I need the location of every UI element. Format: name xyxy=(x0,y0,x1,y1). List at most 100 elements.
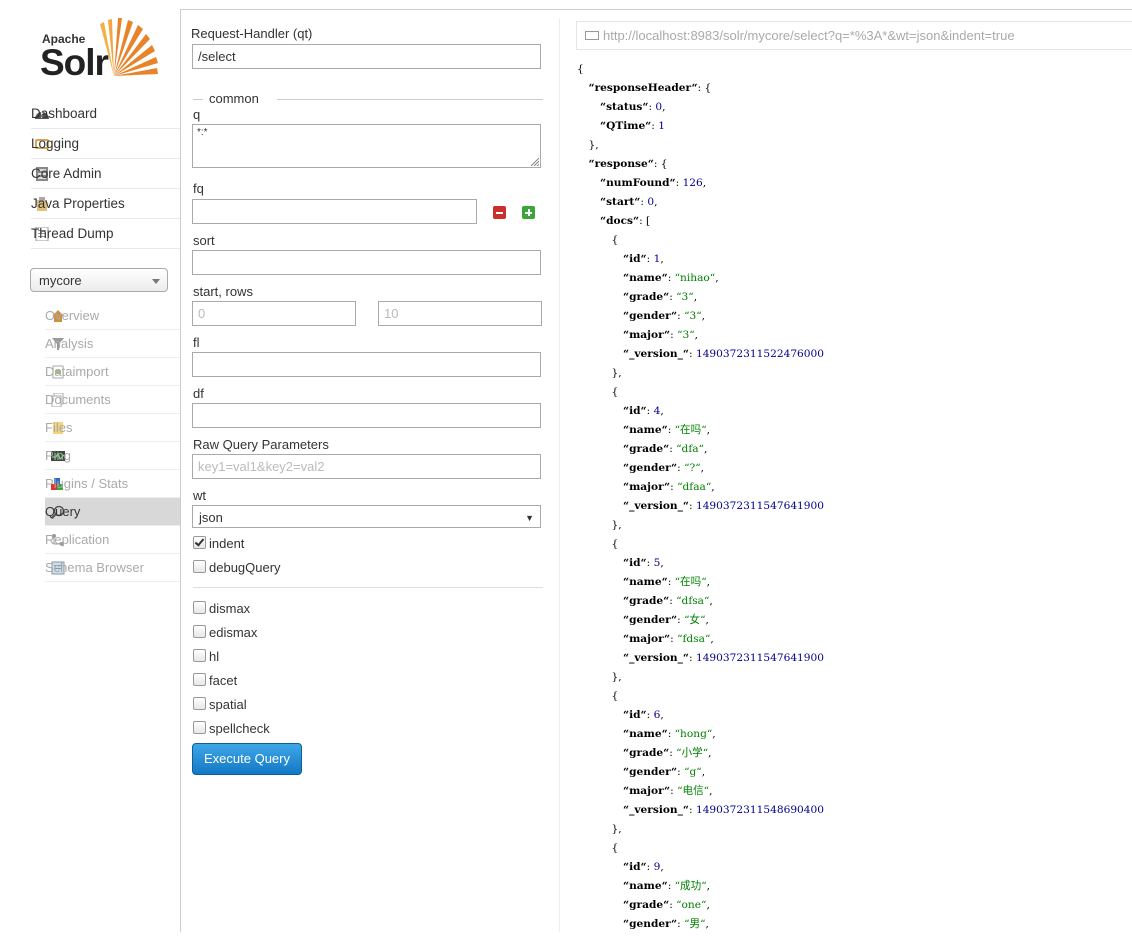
nav-label: Dashboard xyxy=(31,106,98,121)
core-nav-item-plugins-stats[interactable]: Plugins / Stats xyxy=(45,470,180,498)
json-line: “id“: 1, xyxy=(623,252,664,271)
json-key: “QTime“ xyxy=(600,120,652,132)
qt-input[interactable]: /select xyxy=(192,44,541,69)
core-nav-item-files[interactable]: Files xyxy=(45,414,180,442)
q-label: q xyxy=(193,107,201,122)
json-number: 1490372311547641900 xyxy=(695,500,825,512)
json-key: “_version_“ xyxy=(623,652,690,664)
fq-input[interactable] xyxy=(192,199,477,224)
json-line: “gender“: “g“, xyxy=(623,765,705,784)
json-line: “docs“: [ xyxy=(600,214,650,233)
nav-item-dashboard[interactable]: Dashboard xyxy=(31,99,180,129)
core-nav-item-ping[interactable]: Ping xyxy=(45,442,180,470)
json-line: { xyxy=(612,537,619,556)
json-string: “小学“ xyxy=(676,747,709,759)
core-nav-label: Plugins / Stats xyxy=(45,476,129,491)
common-legend-text: common xyxy=(209,91,259,106)
spellcheck-checkbox[interactable] xyxy=(193,721,206,734)
facet-checkbox[interactable] xyxy=(193,673,206,686)
json-punct: : xyxy=(689,348,696,360)
json-line: “gender“: “男“, xyxy=(623,917,709,936)
json-punct: : xyxy=(646,253,654,265)
json-string: “男“ xyxy=(684,918,706,930)
json-key: “gender“ xyxy=(623,462,678,474)
nav-label: Java Properties xyxy=(31,196,125,211)
json-string: “3“ xyxy=(677,329,695,341)
solr-logo[interactable]: Apache Solr xyxy=(40,16,170,86)
dropdown-arrow-icon: ▼ xyxy=(525,513,534,523)
raw-params-label: Raw Query Parameters xyxy=(193,437,329,452)
json-line: }, xyxy=(612,518,622,537)
add-fq-button[interactable] xyxy=(522,206,535,219)
json-string: “3“ xyxy=(684,310,702,322)
q-textarea[interactable]: *:* xyxy=(192,124,541,168)
sort-input[interactable] xyxy=(192,250,541,275)
json-line: “QTime“: 1 xyxy=(600,119,665,138)
json-punct: : xyxy=(646,405,654,417)
json-key: “gender“ xyxy=(623,310,678,322)
fq-label: fq xyxy=(193,181,204,196)
json-line: “_version_“: 1490372311547641900 xyxy=(623,499,824,518)
debugquery-checkbox[interactable] xyxy=(193,560,206,573)
remove-fq-button[interactable] xyxy=(493,206,506,219)
json-punct: , xyxy=(710,633,714,645)
rows-input[interactable]: 10 xyxy=(378,301,542,326)
spatial-checkbox[interactable] xyxy=(193,697,206,710)
json-key: “major“ xyxy=(623,329,671,341)
edismax-checkbox[interactable] xyxy=(193,625,206,638)
core-nav-item-query[interactable]: Query xyxy=(45,498,180,526)
json-key: “grade“ xyxy=(623,747,670,759)
json-line: “gender“: “女“, xyxy=(623,613,709,632)
json-line: “grade“: “3“, xyxy=(623,290,697,309)
core-selector[interactable]: mycore xyxy=(30,268,168,292)
nav-item-logging[interactable]: Logging xyxy=(31,129,180,159)
core-nav-item-replication[interactable]: Replication xyxy=(45,526,180,554)
execute-query-button[interactable]: Execute Query xyxy=(192,743,302,775)
df-label: df xyxy=(193,386,204,401)
json-punct: : xyxy=(667,728,675,740)
json-punct: , xyxy=(660,253,664,265)
json-key: “grade“ xyxy=(623,595,670,607)
indent-checkbox[interactable] xyxy=(193,536,206,549)
hl-checkbox[interactable] xyxy=(193,649,206,662)
fl-input[interactable] xyxy=(192,352,541,377)
json-punct: : xyxy=(667,576,675,588)
debugquery-label: debugQuery xyxy=(209,560,281,575)
wt-select[interactable]: json ▼ xyxy=(192,505,541,528)
json-string: “dfaa“ xyxy=(677,481,712,493)
core-nav-item-documents[interactable]: Documents xyxy=(45,386,180,414)
json-punct: , xyxy=(705,918,709,930)
json-key: “name“ xyxy=(623,728,668,740)
core-nav-label: Replication xyxy=(45,532,110,547)
json-punct: , xyxy=(703,443,708,455)
json-punct: }, xyxy=(611,823,622,835)
json-key: “id“ xyxy=(623,709,647,721)
json-line: “major“: “3“, xyxy=(623,328,698,347)
request-url-link[interactable]: http://localhost:8983/solr/mycore/select… xyxy=(576,21,1132,50)
json-punct: , xyxy=(701,310,706,322)
core-nav-item-overview[interactable]: Overview xyxy=(45,302,180,330)
nav-item-java-properties[interactable]: Java Properties xyxy=(31,189,180,219)
df-input[interactable] xyxy=(192,403,541,428)
start-input[interactable]: 0 xyxy=(192,301,356,326)
json-string: “dfsa“ xyxy=(676,595,710,607)
core-nav-item-schema-browser[interactable]: Schema Browser xyxy=(45,554,180,582)
json-key: “major“ xyxy=(623,633,671,645)
dismax-checkbox[interactable] xyxy=(193,601,206,614)
json-punct: , xyxy=(660,709,664,721)
json-string: “hong“ xyxy=(674,728,713,740)
json-punct: , xyxy=(700,462,704,474)
nav-item-core-admin[interactable]: Core Admin xyxy=(31,159,180,189)
core-nav-item-dataimport[interactable]: Dataimport xyxy=(45,358,180,386)
json-punct: , xyxy=(706,576,711,588)
main-nav: Dashboard Logging Core Admin Java Proper… xyxy=(31,99,180,249)
json-key: “major“ xyxy=(623,785,671,797)
resize-handle-icon[interactable] xyxy=(531,158,539,166)
json-line: “_version_“: 1490372311547641900 xyxy=(623,651,824,670)
json-punct: , xyxy=(654,196,658,208)
json-punct: { xyxy=(611,538,619,550)
raw-params-input[interactable]: key1=val1&key2=val2 xyxy=(192,454,541,479)
nav-item-thread-dump[interactable]: Thread Dump xyxy=(31,219,180,249)
core-nav-item-analysis[interactable]: Analysis xyxy=(45,330,180,358)
json-punct: , xyxy=(711,481,715,493)
